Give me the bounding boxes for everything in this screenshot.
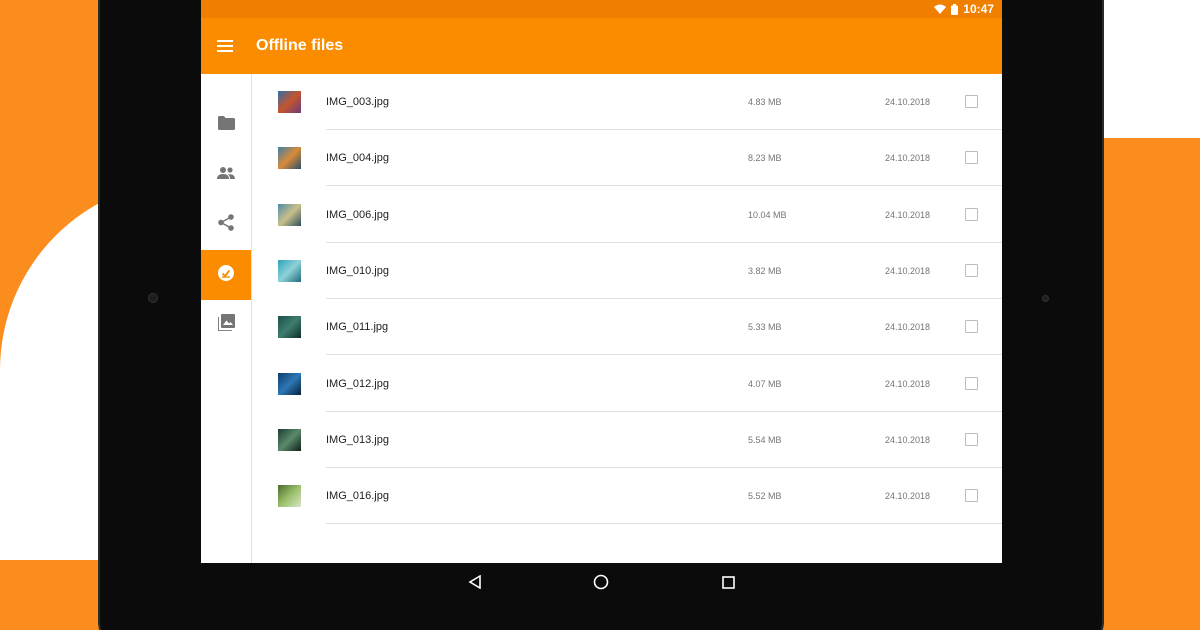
select-checkbox[interactable] (965, 320, 978, 334)
select-checkbox[interactable] (965, 263, 978, 277)
select-checkbox[interactable] (965, 376, 978, 390)
select-checkbox[interactable] (965, 432, 978, 446)
file-row[interactable]: IMG_012.jpg 4.07 MB 24.10.2018 (253, 356, 1002, 412)
file-date: 24.10.2018 (885, 97, 931, 107)
nav-item-shared-by-link[interactable] (201, 200, 251, 250)
people-icon (217, 166, 235, 184)
file-name: IMG_003.jpg (326, 96, 389, 108)
image-thumbnail (278, 203, 301, 226)
nav-item-files[interactable] (201, 100, 251, 150)
image-thumbnail (278, 316, 301, 339)
file-name: IMG_011.jpg (326, 321, 389, 334)
file-row[interactable]: IMG_010.jpg 3.82 MB 24.10.2018 (253, 243, 1002, 299)
file-size: 4.07 MB (748, 378, 782, 389)
sensor (1042, 295, 1049, 302)
file-row[interactable]: IMG_003.jpg 4.83 MB 24.10.2018 (253, 74, 1002, 130)
select-checkbox[interactable] (965, 207, 978, 221)
photo-library-icon (216, 314, 235, 336)
menu-icon[interactable] (201, 18, 249, 74)
wifi-icon (934, 4, 947, 14)
file-size: 4.83 MB (748, 97, 782, 107)
app-screen: 10:47 Offline files IMG_003.jpg 4.83 MB … (201, 0, 1002, 563)
file-date: 24.10.2018 (885, 153, 931, 164)
file-name: IMG_004.jpg (326, 152, 389, 165)
image-thumbnail (278, 91, 301, 113)
app-bar: Offline files (201, 18, 1002, 74)
image-thumbnail (278, 485, 301, 508)
file-size: 8.23 MB (748, 153, 782, 164)
file-date: 24.10.2018 (885, 378, 931, 389)
file-date: 24.10.2018 (885, 491, 931, 502)
file-row[interactable]: IMG_011.jpg 5.33 MB 24.10.2018 (253, 299, 1002, 356)
file-size: 5.54 MB (748, 434, 782, 445)
front-camera (148, 293, 158, 303)
file-size: 5.33 MB (748, 322, 782, 333)
file-date: 24.10.2018 (885, 322, 931, 333)
file-name: IMG_013.jpg (326, 433, 389, 446)
image-thumbnail (278, 259, 301, 282)
file-name: IMG_006.jpg (326, 208, 389, 221)
nav-item-photos[interactable] (201, 300, 251, 350)
offline-icon (218, 264, 234, 286)
recents-button[interactable] (717, 571, 739, 593)
file-row[interactable]: IMG_016.jpg 5.52 MB 24.10.2018 (253, 468, 1002, 525)
nav-item-offline[interactable] (201, 250, 251, 300)
folder-icon (217, 115, 235, 135)
file-name: IMG_010.jpg (326, 264, 389, 277)
nav-item-shared-with-me[interactable] (201, 150, 251, 200)
share-icon (218, 214, 234, 236)
file-row[interactable]: IMG_013.jpg 5.54 MB 24.10.2018 (253, 412, 1002, 468)
file-date: 24.10.2018 (885, 209, 931, 220)
clock: 10:47 (963, 2, 994, 16)
file-name: IMG_016.jpg (326, 490, 389, 503)
battery-icon (951, 3, 959, 15)
file-date: 24.10.2018 (885, 434, 931, 445)
image-thumbnail (278, 428, 301, 451)
home-button[interactable] (590, 571, 612, 593)
select-checkbox[interactable] (965, 151, 978, 165)
image-thumbnail (278, 147, 301, 170)
file-name: IMG_012.jpg (326, 377, 389, 390)
back-button[interactable] (464, 571, 486, 593)
file-list: IMG_003.jpg 4.83 MB 24.10.2018 IMG_004.jpg 8… (253, 74, 1002, 563)
file-size: 5.52 MB (748, 491, 782, 502)
file-row[interactable]: IMG_004.jpg 8.23 MB 24.10.2018 (253, 130, 1002, 187)
page-title: Offline files (256, 37, 344, 54)
image-thumbnail (278, 372, 301, 395)
side-navigation (201, 74, 252, 563)
select-checkbox[interactable] (965, 95, 978, 108)
status-bar: 10:47 (201, 0, 1002, 18)
system-navigation-bar (201, 563, 1002, 601)
select-checkbox[interactable] (965, 489, 978, 503)
file-size: 3.82 MB (748, 265, 782, 276)
file-size: 10.04 MB (748, 209, 787, 220)
file-date: 24.10.2018 (885, 265, 931, 276)
row-divider (326, 523, 1002, 525)
file-row[interactable]: IMG_006.jpg 10.04 MB 24.10.2018 (253, 187, 1002, 243)
